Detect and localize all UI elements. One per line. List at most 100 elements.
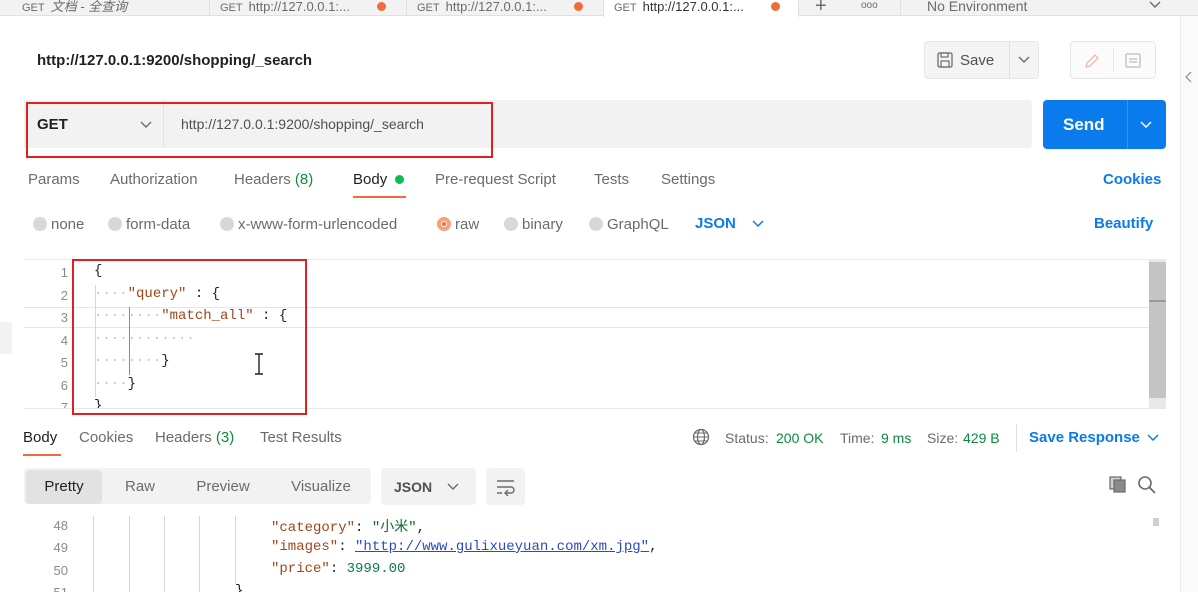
tab-method: GET: [22, 2, 45, 14]
request-name[interactable]: http://127.0.0.1:9200/shopping/_search: [37, 52, 312, 69]
send-options-chevron-icon[interactable]: [1140, 120, 1152, 130]
line-number: 7: [60, 400, 68, 409]
line-number: 4: [60, 333, 68, 348]
request-tab[interactable]: GET http://127.0.0.1:...: [209, 0, 405, 16]
save-response-button[interactable]: Save Response: [1029, 429, 1140, 446]
scrollbar-marker: [1149, 300, 1166, 302]
radio-form-data[interactable]: form-data: [108, 216, 190, 233]
unsaved-dot-icon: [377, 2, 386, 11]
tab-body[interactable]: Body: [353, 171, 387, 188]
left-sidebar-handle[interactable]: [0, 322, 12, 354]
cookies-link[interactable]: Cookies: [1103, 171, 1161, 188]
json-url-link[interactable]: "http://www.gulixueyuan.com/xm.jpg": [355, 539, 649, 555]
search-icon[interactable]: [1137, 475, 1157, 495]
json-key: "match_all": [161, 308, 254, 324]
tab-method: GET: [417, 2, 440, 14]
json-string: "小米": [371, 520, 417, 536]
time-label: Time:: [840, 430, 875, 446]
code-line: ············: [94, 331, 195, 347]
response-format-label: JSON: [394, 479, 433, 495]
wrap-lines-button[interactable]: [486, 468, 525, 505]
response-scrollbar-thumb[interactable]: [1153, 518, 1159, 526]
json-key: "price": [271, 561, 330, 577]
radio-label: none: [51, 216, 85, 233]
copy-icon[interactable]: [1108, 475, 1128, 495]
radio-label: GraphQL: [607, 216, 669, 233]
environment-label: No Environment: [927, 0, 1028, 14]
save-icon: [937, 52, 953, 68]
radio-label: binary: [522, 216, 563, 233]
tab-tests[interactable]: Tests: [594, 171, 629, 188]
save-options-chevron-icon[interactable]: [1018, 55, 1030, 65]
environment-select[interactable]: No Environment: [900, 0, 1172, 16]
send-button[interactable]: Send: [1043, 100, 1166, 149]
chevron-down-icon[interactable]: [1147, 433, 1159, 443]
response-tab-body[interactable]: Body: [23, 429, 57, 446]
chevron-down-icon: [1149, 1, 1161, 8]
new-tab-icon[interactable]: +: [815, 0, 827, 18]
chevron-down-icon[interactable]: [752, 219, 764, 229]
response-tab-cookies[interactable]: Cookies: [79, 429, 133, 446]
send-label: Send: [1063, 115, 1105, 134]
response-headers-count: (3): [215, 429, 235, 446]
tab-method: GET: [220, 2, 243, 14]
editor-scrollbar-thumb[interactable]: [1149, 262, 1166, 398]
url-input[interactable]: http://127.0.0.1:9200/shopping/_search: [181, 116, 424, 132]
save-button-group: Save: [924, 41, 1039, 79]
edit-doc-group: [1070, 41, 1156, 79]
response-tab-test-results[interactable]: Test Results: [260, 429, 342, 446]
size-label: Size:: [927, 430, 959, 446]
radio-label: raw: [455, 216, 480, 233]
json-key: "category": [271, 520, 356, 536]
request-body-editor[interactable]: 1 2 3 4 5 6 7 { ····"query" : { ········…: [24, 259, 1166, 409]
save-button[interactable]: Save: [925, 42, 1009, 78]
request-tab-active[interactable]: GET http://127.0.0.1:...: [603, 0, 799, 17]
line-number: 2: [60, 288, 68, 303]
chevron-left-icon[interactable]: [1184, 71, 1194, 83]
radio-graphql[interactable]: GraphQL: [589, 216, 669, 233]
json-key: "query": [127, 286, 187, 302]
response-tab-headers-label: Headers: [155, 429, 212, 446]
tab-headers[interactable]: Headers (8): [234, 171, 313, 188]
globe-icon[interactable]: [692, 428, 710, 446]
indent-guide: [129, 516, 130, 592]
view-pretty-button[interactable]: Pretty: [26, 470, 102, 504]
tab-settings[interactable]: Settings: [661, 171, 715, 188]
response-body-viewer[interactable]: 48 49 50 51 "category": "小米", "images": …: [24, 516, 1166, 592]
response-tab-headers[interactable]: Headers (3): [155, 429, 234, 446]
radio-x-www-form-urlencoded[interactable]: x-www-form-urlencoded: [220, 216, 397, 233]
tab-pre-request-script[interactable]: Pre-request Script: [435, 171, 556, 188]
json-punct: : {: [186, 286, 221, 302]
radio-raw[interactable]: raw: [437, 216, 480, 233]
tab-params[interactable]: Params: [28, 171, 80, 188]
time-value[interactable]: 9 ms: [881, 430, 911, 446]
tab-title: http://127.0.0.1:...: [642, 0, 744, 14]
code-line: ········}: [94, 353, 170, 369]
indent-guide: [164, 516, 165, 592]
documentation-icon[interactable]: [1124, 52, 1142, 70]
size-value[interactable]: 429 B: [963, 430, 1000, 446]
code-line: }: [235, 583, 244, 592]
raw-format-select[interactable]: JSON: [695, 215, 736, 232]
code-line: "images": "http://www.gulixueyuan.com/xm…: [271, 539, 658, 555]
chevron-down-icon: [447, 483, 459, 490]
divider: [1016, 424, 1017, 452]
status-value[interactable]: 200 OK: [776, 430, 823, 446]
more-tabs-icon[interactable]: ooo: [861, 0, 878, 11]
line-number: 1: [60, 265, 68, 280]
radio-binary[interactable]: binary: [504, 216, 563, 233]
unsaved-dot-icon: [574, 2, 583, 11]
code-line: "category": "小米",: [271, 520, 426, 536]
tab-authorization[interactable]: Authorization: [110, 171, 198, 188]
radio-none[interactable]: none: [33, 216, 85, 233]
request-tab[interactable]: GET 文档 - 全查询: [22, 0, 208, 16]
pencil-icon[interactable]: [1083, 52, 1101, 70]
view-preview-button[interactable]: Preview: [182, 470, 264, 504]
view-visualize-button[interactable]: Visualize: [277, 470, 365, 504]
method-select[interactable]: GET: [24, 100, 164, 148]
tab-body-label: Body: [353, 171, 388, 188]
request-tab[interactable]: GET http://127.0.0.1:...: [406, 0, 602, 16]
beautify-link[interactable]: Beautify: [1094, 215, 1153, 232]
view-raw-button[interactable]: Raw: [107, 470, 173, 504]
response-format-select[interactable]: JSON: [381, 468, 476, 505]
